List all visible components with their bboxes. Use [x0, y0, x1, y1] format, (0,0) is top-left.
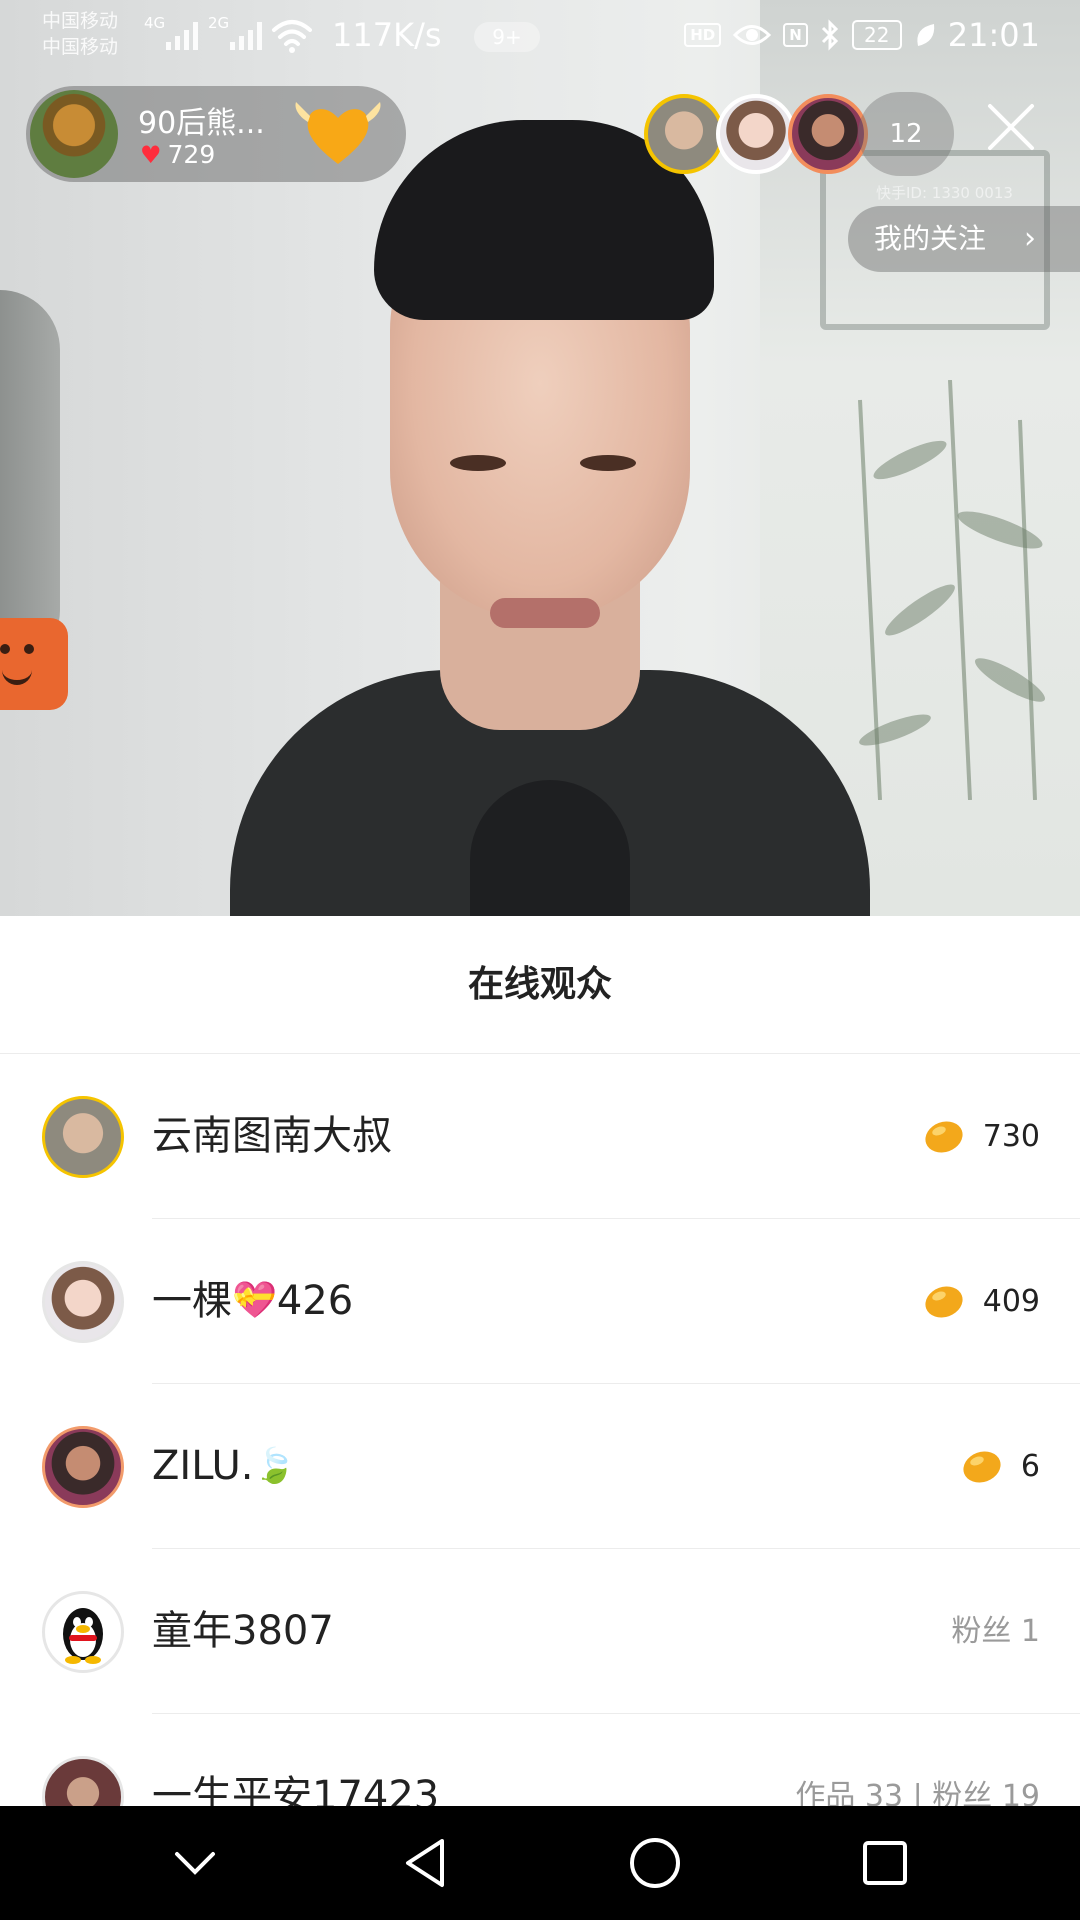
- user-name: ZILU. 🍃: [152, 1434, 296, 1498]
- kuaishou-id-watermark: 快手ID: 1330 0013: [876, 184, 1013, 202]
- network-speed: 117K/s: [332, 16, 442, 54]
- audience-row[interactable]: 一棵 💝 426 409: [0, 1219, 1080, 1384]
- follow-heart-icon[interactable]: [292, 98, 384, 168]
- user-name: 一生平安17423: [152, 1764, 439, 1806]
- user-name-text: 童年3807: [152, 1608, 334, 1654]
- chevron-down-icon: [175, 1852, 215, 1875]
- audience-row[interactable]: 一生平安17423 作品 33 | 粉丝 19: [0, 1714, 1080, 1806]
- bamboo-decoration: [858, 380, 1045, 800]
- signal-1-icon: [166, 20, 198, 50]
- my-follows-label: 我的关注: [874, 222, 987, 255]
- carrier-labels: 中国移动 中国移动: [42, 8, 118, 60]
- home-circle-icon: [630, 1838, 680, 1888]
- close-icon[interactable]: [984, 100, 1038, 154]
- streamer-name: 90后熊...: [138, 106, 265, 141]
- user-avatar[interactable]: [42, 1756, 124, 1806]
- chevron-right-icon: ›: [1024, 221, 1036, 256]
- carrier-2: 中国移动: [42, 36, 119, 58]
- recents-button[interactable]: [850, 1828, 920, 1898]
- user-name-text: 一生平安17423: [152, 1773, 440, 1806]
- user-name-suffix: 426: [276, 1278, 354, 1324]
- my-follows-button[interactable]: 我的关注 ›: [848, 206, 1080, 272]
- user-name: 童年3807: [152, 1599, 334, 1663]
- back-button[interactable]: [390, 1828, 460, 1898]
- coin-bean-icon: [925, 1121, 963, 1153]
- audience-row[interactable]: 云南图南大叔 730: [0, 1054, 1080, 1219]
- coin-value: 6: [1020, 1449, 1040, 1484]
- recents-square-icon: [863, 1841, 907, 1885]
- user-avatar[interactable]: [42, 1426, 124, 1508]
- fan-count: 粉丝 1: [951, 1614, 1040, 1649]
- hide-nav-button[interactable]: [160, 1828, 230, 1898]
- works-fans-count: 作品 33 | 粉丝 19: [795, 1779, 1040, 1806]
- status-bar: 中国移动 中国移动 4G 2G 117K/s 9+ HD N 22 21:01: [0, 0, 1080, 76]
- back-triangle-icon: [406, 1839, 444, 1887]
- network-type-1: 4G: [144, 14, 166, 32]
- streamer-avatar[interactable]: [30, 90, 118, 178]
- viewer-count-button[interactable]: 12: [858, 92, 954, 176]
- leaf-icon: 🍃: [253, 1446, 296, 1486]
- battery-icon: 22: [851, 20, 902, 50]
- clock: 21:01: [947, 16, 1040, 54]
- user-avatar[interactable]: [42, 1261, 124, 1343]
- coin-value: 730: [982, 1119, 1040, 1154]
- coin-bean-icon: [963, 1451, 1001, 1483]
- leaf-power-icon: [917, 24, 934, 46]
- wifi-icon: [272, 20, 312, 53]
- coin-value: 409: [982, 1284, 1040, 1319]
- system-nav-bar: [0, 1806, 1080, 1920]
- home-button[interactable]: [620, 1828, 690, 1898]
- mascot-sticker: [0, 618, 68, 710]
- viewer-avatar-2[interactable]: [716, 94, 796, 174]
- network-type-2: 2G: [208, 14, 230, 32]
- nfc-icon: N: [783, 23, 808, 47]
- foreground-object: [0, 290, 60, 670]
- user-avatar-penguin[interactable]: [42, 1591, 124, 1673]
- online-audience-sheet: 在线观众 云南图南大叔 730 一棵 💝 426 409 ZILU. 🍃 6 童…: [0, 916, 1080, 1806]
- user-coins: 730: [923, 1116, 1040, 1158]
- user-avatar[interactable]: [42, 1096, 124, 1178]
- user-stats: 粉丝 1: [951, 1611, 1040, 1653]
- notification-badge: 9+: [474, 22, 540, 52]
- streamer-info-pill[interactable]: 90后熊... ♥ 729: [26, 86, 406, 182]
- signal-2-icon: [230, 20, 262, 50]
- user-name: 一棵 💝 426: [152, 1269, 353, 1333]
- likes-count: 729: [167, 140, 216, 169]
- gift-heart-icon: 💝: [232, 1280, 277, 1321]
- streamer-likes: ♥ 729: [140, 140, 215, 169]
- user-name: 云南图南大叔: [152, 1104, 392, 1168]
- eye-comfort-icon: [733, 25, 772, 45]
- audience-row[interactable]: 童年3807 粉丝 1: [0, 1549, 1080, 1714]
- viewer-avatar-1[interactable]: [644, 94, 724, 174]
- audience-row[interactable]: ZILU. 🍃 6: [0, 1384, 1080, 1549]
- user-coins: 409: [923, 1281, 1040, 1323]
- sheet-title: 在线观众: [0, 916, 1080, 1054]
- user-stats: 作品 33 | 粉丝 19: [795, 1776, 1040, 1806]
- user-name-text: 云南图南大叔: [152, 1113, 392, 1159]
- heart-icon: ♥: [140, 140, 162, 169]
- user-name-text: ZILU.: [152, 1443, 254, 1489]
- bluetooth-icon: [821, 19, 838, 51]
- coin-bean-icon: [925, 1286, 963, 1318]
- streamer-video-subject: [230, 110, 870, 916]
- viewer-avatar-3[interactable]: [788, 94, 868, 174]
- carrier-1: 中国移动: [42, 10, 119, 32]
- hd-icon: HD: [684, 23, 722, 47]
- user-coins: 6: [961, 1446, 1040, 1488]
- user-name-text: 一棵: [152, 1278, 232, 1324]
